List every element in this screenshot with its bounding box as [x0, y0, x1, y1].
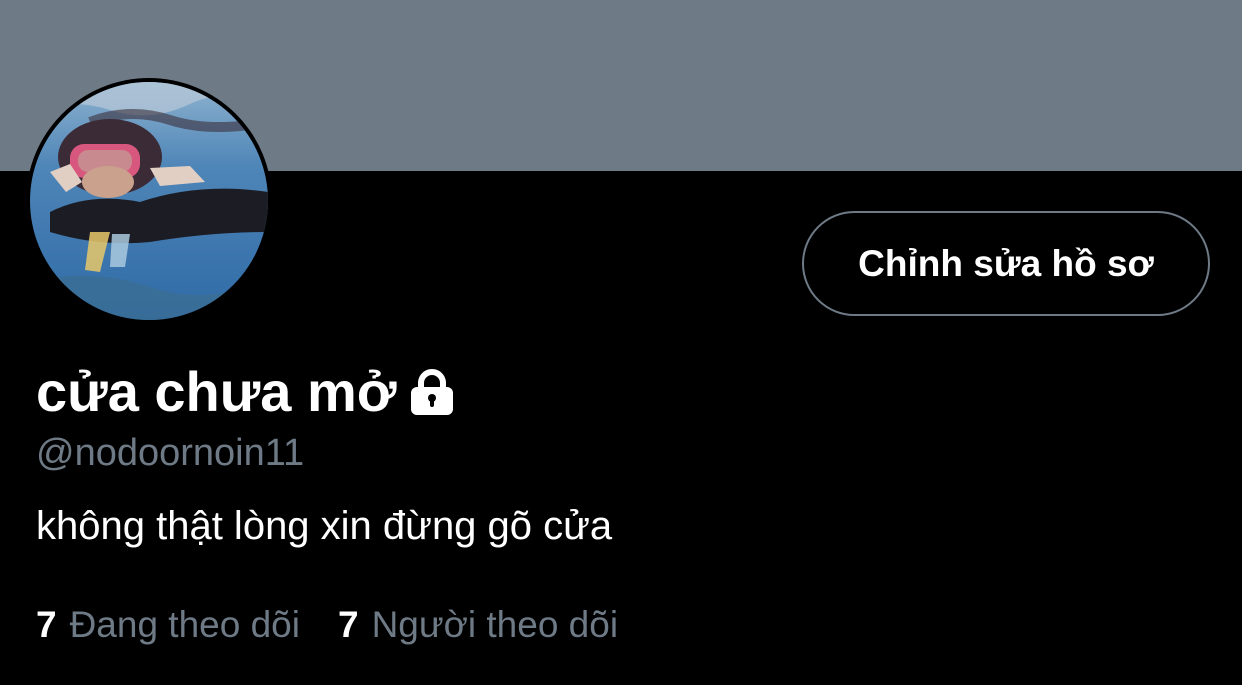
avatar[interactable]	[26, 78, 272, 324]
following-label: Đang theo dõi	[69, 604, 300, 645]
followers-stat[interactable]: 7 Người theo dõi	[338, 600, 618, 650]
followers-label: Người theo dõi	[371, 604, 619, 645]
lock-icon	[407, 367, 457, 417]
profile-bio: không thật lòng xin đừng gõ cửa	[36, 504, 613, 548]
user-handle: @nodoornoin11	[36, 432, 305, 474]
followers-count: 7	[337, 604, 359, 645]
display-name: cửa chưa mở	[36, 360, 397, 423]
edit-profile-button[interactable]: Chỉnh sửa hồ sơ	[802, 211, 1210, 316]
follow-stats: 7 Đang theo dõi 7 Người theo dõi	[36, 600, 618, 650]
display-name-row: cửa chưa mở	[36, 356, 457, 428]
following-count: 7	[36, 604, 57, 645]
following-stat[interactable]: 7 Đang theo dõi	[36, 600, 300, 650]
avatar-photo	[30, 82, 268, 320]
